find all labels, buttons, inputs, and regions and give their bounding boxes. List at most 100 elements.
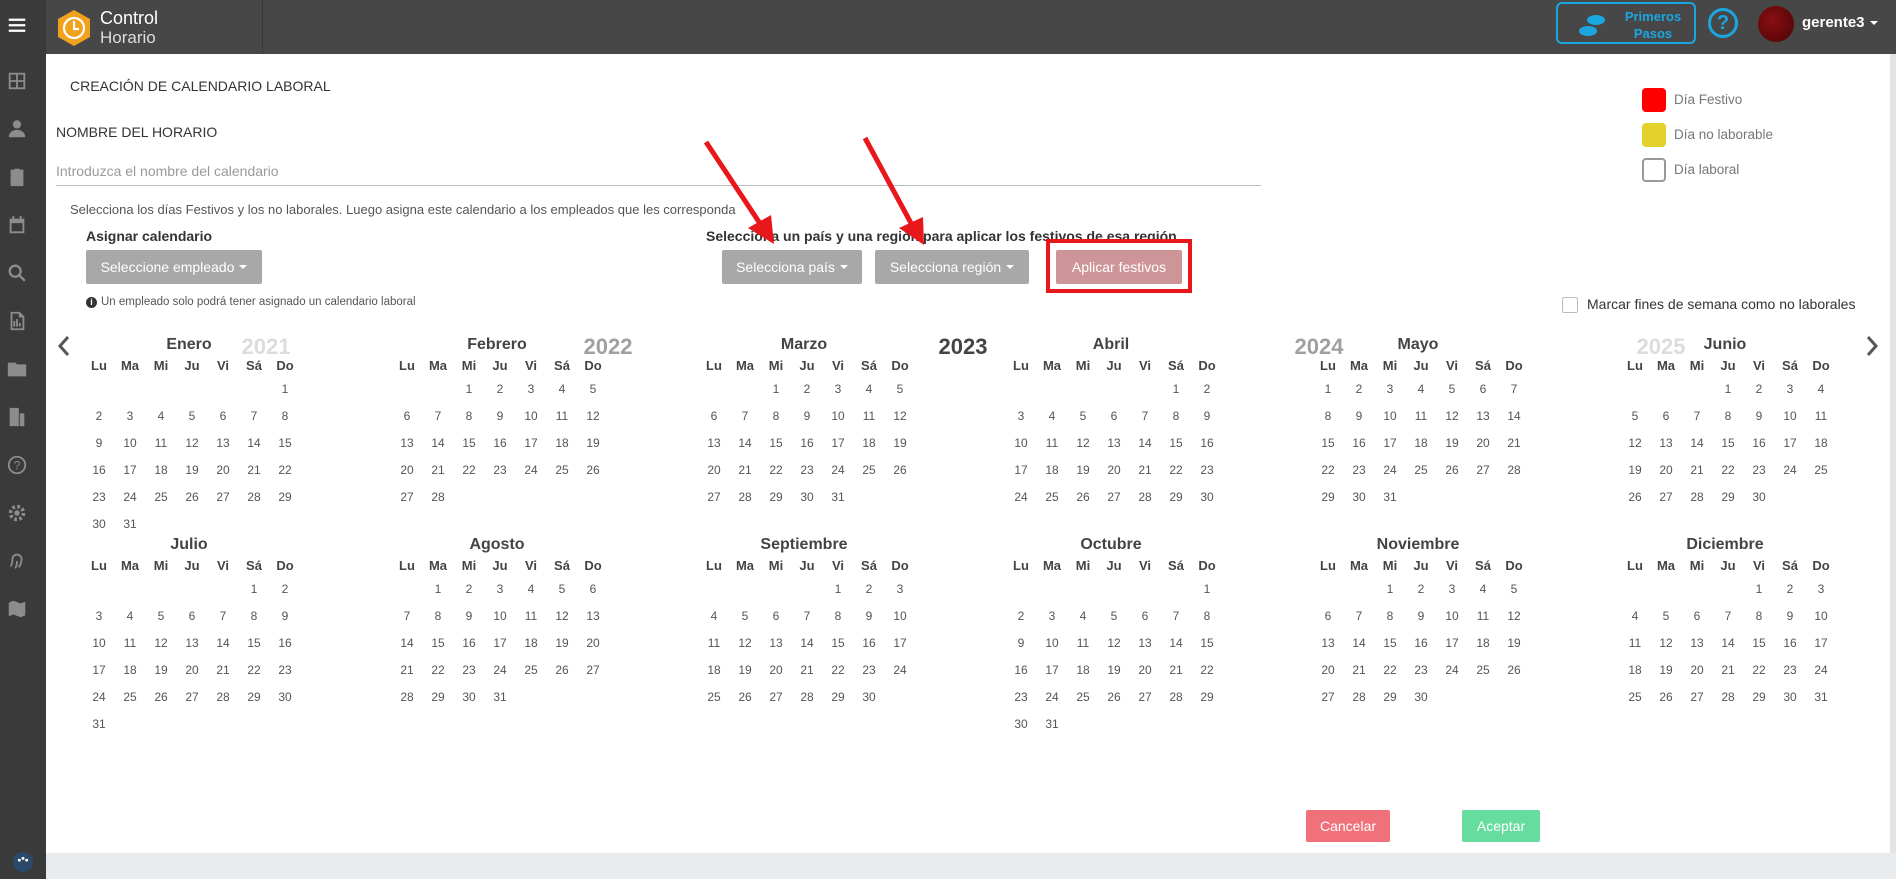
day-cell[interactable]: 3 (823, 382, 853, 396)
day-cell[interactable]: 19 (547, 636, 577, 650)
day-cell[interactable]: 7 (1682, 409, 1712, 423)
day-cell[interactable]: 19 (730, 663, 760, 677)
day-cell[interactable]: 10 (485, 609, 515, 623)
day-cell[interactable]: 11 (699, 636, 729, 650)
day-cell[interactable]: 15 (1313, 436, 1343, 450)
day-cell[interactable]: 13 (578, 609, 608, 623)
day-cell[interactable]: 18 (146, 463, 176, 477)
day-cell[interactable]: 28 (1682, 490, 1712, 504)
day-cell[interactable]: 23 (1006, 690, 1036, 704)
day-cell[interactable]: 12 (578, 409, 608, 423)
day-cell[interactable]: 20 (177, 663, 207, 677)
day-cell[interactable]: 24 (885, 663, 915, 677)
day-cell[interactable]: 29 (823, 690, 853, 704)
day-cell[interactable]: 17 (1037, 663, 1067, 677)
day-cell[interactable]: 23 (1344, 463, 1374, 477)
day-cell[interactable]: 25 (1037, 490, 1067, 504)
day-cell[interactable]: 25 (1468, 663, 1498, 677)
day-cell[interactable]: 8 (454, 409, 484, 423)
day-cell[interactable]: 7 (1713, 609, 1743, 623)
day-cell[interactable]: 8 (270, 409, 300, 423)
day-cell[interactable]: 17 (1806, 636, 1836, 650)
day-cell[interactable]: 1 (1375, 582, 1405, 596)
day-cell[interactable]: 8 (1744, 609, 1774, 623)
day-cell[interactable]: 19 (1437, 436, 1467, 450)
day-cell[interactable]: 4 (1068, 609, 1098, 623)
day-cell[interactable]: 23 (1744, 463, 1774, 477)
chat-widget-icon[interactable] (0, 845, 46, 879)
day-cell[interactable]: 4 (146, 409, 176, 423)
day-cell[interactable]: 3 (516, 382, 546, 396)
day-cell[interactable]: 31 (84, 717, 114, 731)
day-cell[interactable]: 31 (1375, 490, 1405, 504)
app-logo[interactable]: Control Horario (56, 5, 268, 49)
day-cell[interactable]: 4 (1468, 582, 1498, 596)
day-cell[interactable]: 13 (392, 436, 422, 450)
day-cell[interactable]: 21 (792, 663, 822, 677)
map-icon[interactable] (0, 592, 34, 626)
day-cell[interactable]: 8 (1375, 609, 1405, 623)
day-cell[interactable]: 19 (885, 436, 915, 450)
day-cell[interactable]: 17 (516, 436, 546, 450)
day-cell[interactable]: 13 (1651, 436, 1681, 450)
day-cell[interactable]: 27 (1313, 690, 1343, 704)
day-cell[interactable]: 26 (885, 463, 915, 477)
search-icon[interactable] (0, 256, 34, 290)
day-cell[interactable]: 23 (84, 490, 114, 504)
day-cell[interactable]: 11 (1406, 409, 1436, 423)
day-cell[interactable]: 7 (423, 409, 453, 423)
day-cell[interactable]: 9 (1744, 409, 1774, 423)
day-cell[interactable]: 27 (208, 490, 238, 504)
day-cell[interactable]: 22 (1744, 663, 1774, 677)
day-cell[interactable]: 25 (547, 463, 577, 477)
day-cell[interactable]: 24 (1437, 663, 1467, 677)
day-cell[interactable]: 26 (1068, 490, 1098, 504)
day-cell[interactable]: 28 (1130, 490, 1160, 504)
day-cell[interactable]: 24 (1806, 663, 1836, 677)
day-cell[interactable]: 18 (1620, 663, 1650, 677)
day-cell[interactable]: 23 (1192, 463, 1222, 477)
day-cell[interactable]: 29 (1713, 490, 1743, 504)
day-cell[interactable]: 27 (1468, 463, 1498, 477)
day-cell[interactable]: 24 (1375, 463, 1405, 477)
primeros-pasos-button[interactable]: Primeros Pasos (1556, 2, 1696, 44)
day-cell[interactable]: 28 (730, 490, 760, 504)
day-cell[interactable]: 12 (1651, 636, 1681, 650)
day-cell[interactable]: 18 (699, 663, 729, 677)
menu-icon[interactable] (0, 8, 34, 42)
day-cell[interactable]: 13 (761, 636, 791, 650)
day-cell[interactable]: 14 (1161, 636, 1191, 650)
day-cell[interactable]: 22 (423, 663, 453, 677)
day-cell[interactable]: 4 (1406, 382, 1436, 396)
day-cell[interactable]: 19 (1651, 663, 1681, 677)
day-cell[interactable]: 17 (1437, 636, 1467, 650)
day-cell[interactable]: 29 (1161, 490, 1191, 504)
day-cell[interactable]: 9 (454, 609, 484, 623)
select-region-dropdown[interactable]: Selecciona región (875, 250, 1029, 284)
day-cell[interactable]: 1 (823, 582, 853, 596)
day-cell[interactable]: 3 (1375, 382, 1405, 396)
day-cell[interactable]: 11 (547, 409, 577, 423)
day-cell[interactable]: 25 (1068, 690, 1098, 704)
day-cell[interactable]: 5 (1068, 409, 1098, 423)
day-cell[interactable]: 18 (1037, 463, 1067, 477)
day-cell[interactable]: 21 (239, 463, 269, 477)
day-cell[interactable]: 2 (270, 582, 300, 596)
day-cell[interactable]: 6 (208, 409, 238, 423)
day-cell[interactable]: 5 (1499, 582, 1529, 596)
day-cell[interactable]: 14 (792, 636, 822, 650)
day-cell[interactable]: 19 (1099, 663, 1129, 677)
day-cell[interactable]: 13 (177, 636, 207, 650)
day-cell[interactable]: 16 (485, 436, 515, 450)
day-cell[interactable]: 11 (1037, 436, 1067, 450)
settings-icon[interactable] (0, 496, 34, 530)
day-cell[interactable]: 10 (1437, 609, 1467, 623)
day-cell[interactable]: 2 (792, 382, 822, 396)
day-cell[interactable]: 29 (239, 690, 269, 704)
day-cell[interactable]: 22 (1161, 463, 1191, 477)
day-cell[interactable]: 20 (1313, 663, 1343, 677)
day-cell[interactable]: 10 (1775, 409, 1805, 423)
day-cell[interactable]: 2 (854, 582, 884, 596)
day-cell[interactable]: 19 (1620, 463, 1650, 477)
day-cell[interactable]: 21 (730, 463, 760, 477)
